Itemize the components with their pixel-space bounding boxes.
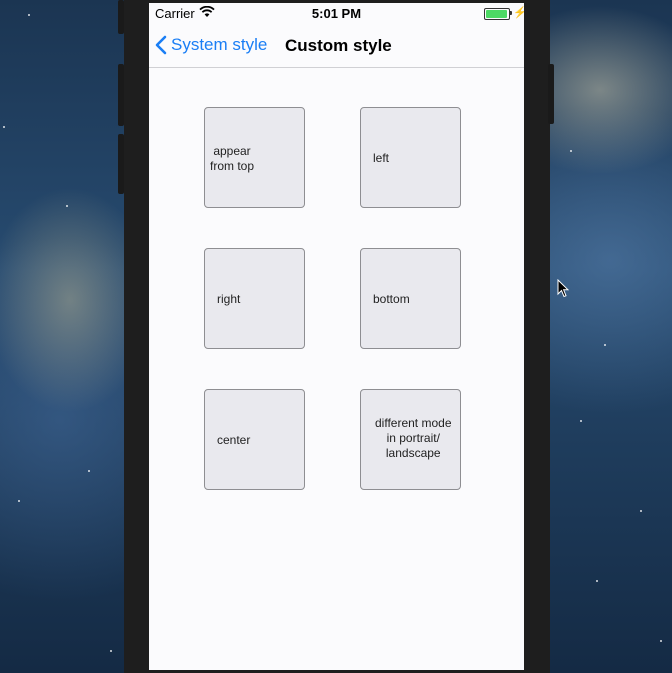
battery-tip [510,11,512,15]
volume-button [118,64,124,126]
button-label: right [217,292,241,306]
status-time: 5:01 PM [311,6,362,21]
button-label: appear from top [210,144,255,173]
battery-icon [484,8,510,20]
center-button[interactable]: center [204,389,305,490]
left-button[interactable]: left [360,107,461,208]
bolt-icon: ⚡ [513,7,524,19]
volume-button [118,134,124,194]
back-button[interactable]: System style [155,33,267,57]
right-button[interactable]: right [204,248,305,349]
mouse-cursor-icon [557,278,570,303]
button-label: center [217,433,251,447]
different-mode-button[interactable]: different mode in portrait/ landscape [360,389,461,490]
status-bar: Carrier 5:01 PM ⚡ [149,3,524,23]
button-label: different mode in portrait/ landscape [375,416,452,460]
navigation-bar: System style Custom style [149,23,524,68]
simulator-screen: Carrier 5:01 PM ⚡ System style Custom st… [149,3,524,670]
appear-from-top-button[interactable]: appear from top [204,107,305,208]
page-title: Custom style [285,36,392,55]
back-button-label: System style [171,35,268,54]
button-label: left [373,151,390,165]
bottom-button[interactable]: bottom [360,248,461,349]
button-label: bottom [373,292,410,306]
chevron-left-icon [155,35,167,55]
power-button [548,64,554,124]
volume-button [118,0,124,34]
